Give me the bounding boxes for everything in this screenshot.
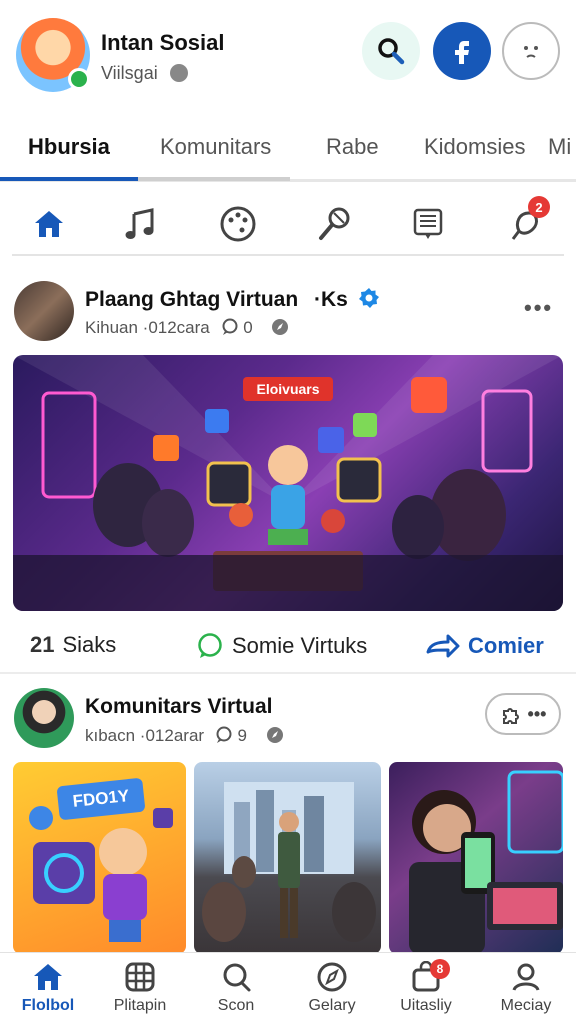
compass-icon bbox=[272, 319, 289, 335]
share-action[interactable]: Comier bbox=[424, 632, 544, 660]
nav-profile-label: Meciay bbox=[500, 997, 552, 1014]
face-icon bbox=[524, 46, 538, 58]
palette-icon bbox=[220, 206, 256, 242]
post-time: Kihuan ·012cara bbox=[85, 318, 210, 337]
post-author-avatar[interactable] bbox=[14, 281, 74, 341]
microphone-icon bbox=[319, 207, 350, 240]
tab-hbursia[interactable]: Hbursia bbox=[28, 134, 110, 160]
post-title-text: Plaang Ghtag Virtuan bbox=[85, 288, 299, 311]
comment-label: Somie Virtuks bbox=[232, 633, 368, 658]
gallery-image-3[interactable] bbox=[389, 762, 563, 954]
filter-notifications[interactable]: 2 bbox=[502, 196, 550, 246]
post2-time: kıbacn ·012arar bbox=[85, 726, 205, 745]
puzzle-icon bbox=[502, 708, 519, 724]
post2-more-dots: ••• bbox=[527, 703, 547, 724]
comment-icon bbox=[198, 633, 222, 658]
app-title: Intan Sosial bbox=[101, 30, 225, 55]
online-badge bbox=[68, 68, 90, 90]
search-button[interactable] bbox=[362, 22, 420, 80]
gallery-illustration-3 bbox=[409, 770, 563, 954]
post2-options-button[interactable]: ••• bbox=[485, 693, 561, 735]
filter-home[interactable] bbox=[27, 202, 71, 246]
grid-icon bbox=[125, 962, 155, 992]
comment-count: 0 bbox=[243, 318, 253, 337]
profile-avatar[interactable] bbox=[16, 18, 90, 92]
search-icon bbox=[378, 38, 405, 65]
nav-utility[interactable]: 8 Uitasliy bbox=[378, 959, 474, 1023]
filter-news[interactable] bbox=[406, 202, 450, 246]
post-title[interactable]: Plaang Ghtag Virtuan ·Ks bbox=[85, 287, 380, 312]
tab-mi[interactable]: Mi bbox=[548, 134, 571, 160]
home-icon bbox=[34, 964, 62, 990]
active-tab-indicator bbox=[0, 177, 138, 181]
likes-count: 21 bbox=[30, 632, 55, 657]
nav-gallery-label: Gelary bbox=[308, 997, 356, 1014]
nav-home-label: Flolbol bbox=[21, 997, 75, 1014]
post-title-suffix: ·Ks bbox=[314, 288, 348, 311]
nav-utility-badge: 8 bbox=[430, 959, 450, 979]
image-banner: Eloivuars bbox=[243, 377, 333, 401]
share-label: Comier bbox=[468, 633, 544, 658]
nav-plitapin-label: Plitapin bbox=[113, 997, 167, 1014]
gallery-image-1[interactable]: FDO1Y bbox=[13, 762, 186, 954]
emoji-button[interactable] bbox=[502, 22, 560, 80]
nav-profile[interactable]: Meciay bbox=[478, 961, 574, 1023]
post2-author-avatar[interactable] bbox=[14, 688, 74, 748]
home-icon bbox=[35, 211, 63, 237]
nav-search-label: Scon bbox=[217, 997, 255, 1014]
post2-meta: kıbacn ·012arar 9 bbox=[85, 726, 284, 746]
search-icon bbox=[223, 963, 251, 992]
tab-divider bbox=[138, 177, 290, 181]
post-meta: Kihuan ·012cara 0 bbox=[85, 318, 289, 338]
post2-title[interactable]: Komunitars Virtual bbox=[85, 695, 272, 719]
nav-utility-label: Uitasliy bbox=[400, 997, 452, 1014]
profile-icon bbox=[512, 963, 540, 991]
filter-music[interactable] bbox=[118, 202, 162, 246]
comment-bubble-icon bbox=[216, 726, 232, 743]
tab-komunitars[interactable]: Komunitars bbox=[160, 134, 271, 160]
category-tabs: Hbursia Komunitars Rabe Kidomsies Mi bbox=[0, 118, 576, 182]
brand-f-icon bbox=[455, 41, 469, 64]
filter-art[interactable] bbox=[216, 202, 260, 246]
notification-badge: 2 bbox=[528, 196, 550, 218]
app-header: Intan Sosial Viilsgai bbox=[0, 0, 576, 110]
music-note-icon bbox=[125, 208, 154, 239]
verified-badge-icon bbox=[358, 288, 379, 308]
compass-icon bbox=[266, 727, 283, 743]
likes-stat[interactable]: 21 Siaks bbox=[30, 632, 116, 658]
post-image[interactable]: Eloivuars bbox=[13, 355, 563, 611]
post-more-button[interactable]: ••• bbox=[524, 295, 553, 321]
share-arrow-icon bbox=[426, 634, 460, 658]
nav-plitapin[interactable]: Plitapin bbox=[92, 961, 188, 1023]
nav-search[interactable]: Scon bbox=[188, 961, 284, 1023]
gallery-image-2[interactable] bbox=[194, 762, 381, 954]
nav-home[interactable]: Flolbol bbox=[0, 961, 96, 1023]
post-actions-bar: 21 Siaks Somie Virtuks Comier bbox=[0, 618, 576, 674]
brand-button[interactable] bbox=[433, 22, 491, 80]
verified-icon bbox=[170, 64, 188, 82]
tab-kidomsies[interactable]: Kidomsies bbox=[424, 134, 525, 160]
filter-podcast[interactable] bbox=[312, 202, 356, 246]
post2-comment-count: 9 bbox=[237, 726, 248, 745]
comment-bubble-icon bbox=[222, 318, 237, 335]
app-subtitle: Viilsgai bbox=[101, 63, 158, 83]
gallery-illustration-2 bbox=[202, 782, 376, 942]
content-filter-row: 2 bbox=[12, 194, 564, 256]
nav-gallery[interactable]: Gelary bbox=[284, 961, 380, 1023]
likes-label: Siaks bbox=[62, 632, 117, 657]
news-icon bbox=[413, 208, 443, 239]
tab-rabe[interactable]: Rabe bbox=[326, 134, 379, 160]
comment-action[interactable]: Somie Virtuks bbox=[196, 632, 367, 660]
bottom-navigation: Flolbol Plitapin Scon Gelary 8 Uitasliy bbox=[0, 952, 576, 1024]
compass-icon bbox=[317, 962, 347, 992]
